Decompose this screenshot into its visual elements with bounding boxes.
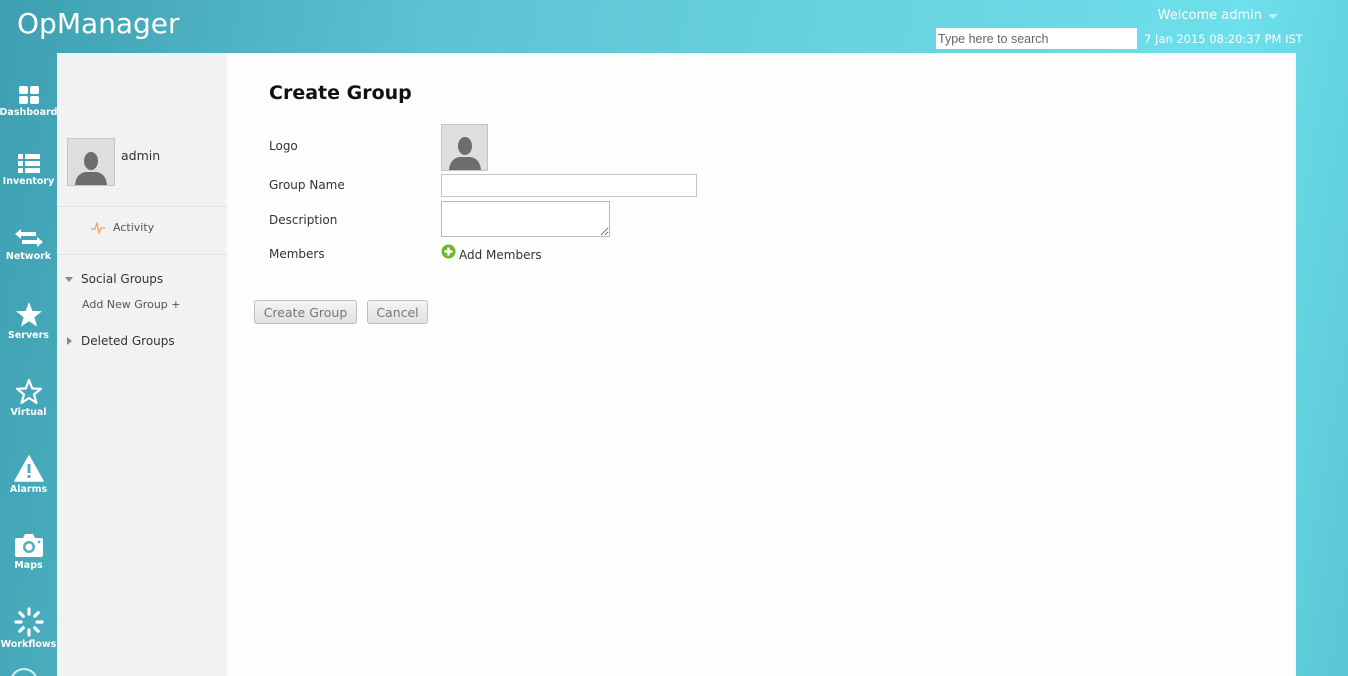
top-header: OpManager Welcome admin 7 Jan 2015 08:20… (0, 0, 1348, 53)
person-icon (448, 137, 481, 170)
dashboard-grid-icon (18, 86, 39, 104)
user-name: admin (121, 148, 161, 163)
activity-link[interactable]: Activity (91, 221, 154, 234)
plus-circle-icon (441, 244, 456, 259)
nav-workflows-label: Workflows (0, 639, 57, 650)
chevron-down-icon (1268, 14, 1278, 19)
main-navigation: Dashboard Inventory Network Servers Virt… (0, 53, 57, 676)
user-menu[interactable]: Welcome admin (1158, 8, 1278, 23)
add-new-group-link[interactable]: Add New Group + (82, 298, 180, 311)
star-outline-icon (15, 378, 42, 405)
create-group-button[interactable]: Create Group (254, 300, 357, 324)
nav-dashboard-label: Dashboard (0, 107, 58, 118)
search-input[interactable] (936, 28, 1137, 49)
user-avatar[interactable] (67, 138, 115, 186)
deleted-groups-toggle[interactable]: Deleted Groups (65, 334, 175, 348)
nav-virtual-label: Virtual (10, 407, 47, 418)
activity-label: Activity (113, 221, 155, 234)
logo-label: Logo (269, 139, 298, 153)
current-datetime: 7 Jan 2015 08:20:37 PM IST (1144, 32, 1303, 46)
spinner-icon (13, 607, 44, 637)
description-textarea[interactable] (441, 201, 610, 237)
nav-virtual[interactable]: Virtual (0, 378, 57, 418)
page-title: Create Group (269, 82, 412, 104)
star-filled-icon (15, 302, 42, 327)
nav-alarms[interactable]: Alarms (0, 455, 57, 495)
nav-workflows[interactable]: Workflows (0, 607, 57, 650)
create-group-panel: Create Group Logo Group Name Description… (227, 53, 1296, 676)
members-label: Members (269, 247, 325, 261)
social-groups-label: Social Groups (81, 272, 164, 286)
inventory-list-icon (17, 154, 40, 173)
add-members-link[interactable]: Add Members (441, 244, 542, 262)
divider (57, 254, 227, 255)
nav-inventory-label: Inventory (2, 176, 55, 187)
nav-maps[interactable]: Maps (0, 533, 57, 571)
deleted-groups-label: Deleted Groups (81, 334, 175, 348)
social-groups-toggle[interactable]: Social Groups (65, 272, 163, 286)
network-arrows-icon (14, 229, 43, 247)
nav-inventory[interactable]: Inventory (0, 153, 57, 187)
nav-dashboard[interactable]: Dashboard (0, 85, 57, 118)
caret-right-icon (67, 337, 72, 345)
user-profile: admin (67, 138, 160, 186)
divider (57, 206, 227, 207)
nav-maps-label: Maps (14, 560, 43, 571)
welcome-text: Welcome admin (1157, 8, 1262, 23)
caret-down-icon (65, 276, 73, 282)
nav-servers-label: Servers (8, 330, 49, 341)
app-logo[interactable]: OpManager (17, 7, 180, 40)
group-name-label: Group Name (269, 178, 345, 192)
nav-more-indicator[interactable] (10, 668, 38, 676)
nav-alarms-label: Alarms (9, 484, 48, 495)
group-logo-upload[interactable] (441, 124, 488, 171)
groups-sidebar: admin Activity Social Groups Add New Gro… (57, 53, 227, 676)
cancel-button[interactable]: Cancel (367, 300, 428, 324)
warning-triangle-icon (13, 455, 44, 482)
nav-network[interactable]: Network (0, 227, 57, 262)
group-name-input[interactable] (441, 174, 697, 197)
description-label: Description (269, 213, 338, 227)
activity-pulse-icon (91, 221, 105, 234)
camera-icon (14, 534, 43, 557)
add-members-label: Add Members (459, 248, 542, 262)
person-icon (75, 152, 107, 185)
nav-network-label: Network (5, 251, 52, 262)
nav-servers[interactable]: Servers (0, 301, 57, 341)
